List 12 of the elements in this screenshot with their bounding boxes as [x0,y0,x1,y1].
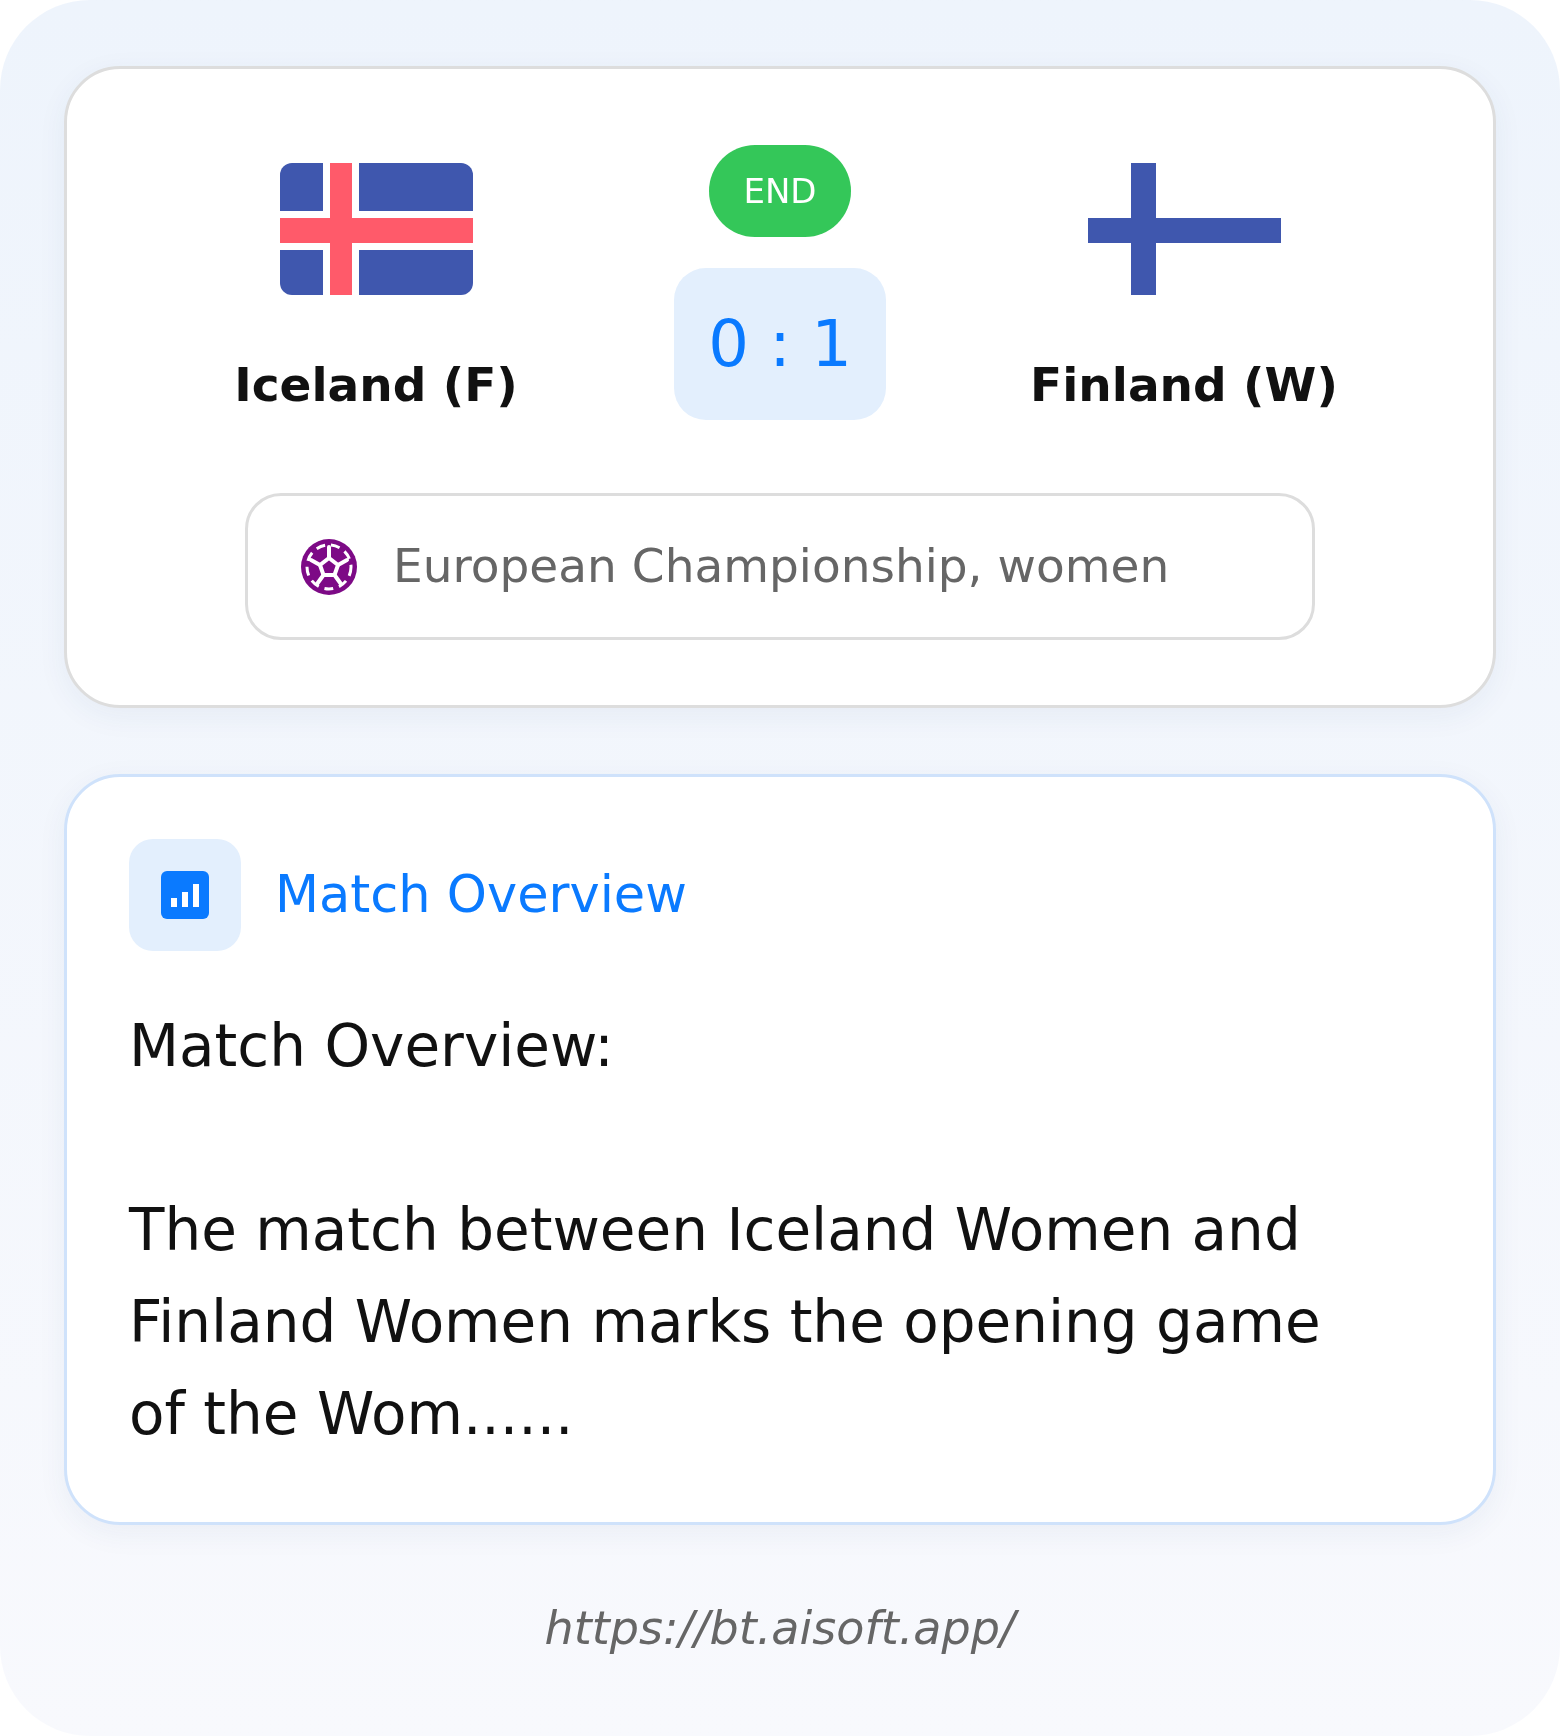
status-badge: END [709,145,851,237]
team-name: Finland (W) [1030,356,1338,414]
score-display: 0 : 1 [674,268,886,420]
flag-icon [1087,163,1281,295]
overview-heading: Match Overview: [129,1011,615,1082]
flag-icon [279,163,473,295]
team-name: Iceland (F) [234,356,518,414]
overview-paragraph: The match between Iceland Women and Finland Women marks the opening game of the Wom...... [129,1195,1322,1450]
soccer-ball-icon [301,538,357,595]
competition-name: European Championship, women [393,537,1170,596]
bar-chart-icon [129,839,241,951]
overview-title: Match Overview [275,863,687,926]
